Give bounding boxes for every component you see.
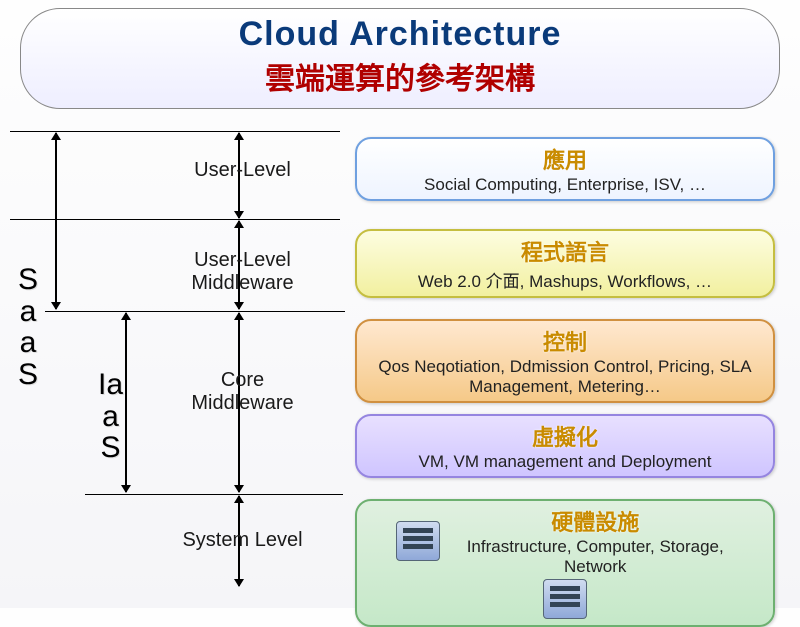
guide-line <box>85 494 343 495</box>
label-core-middleware: Core Middleware <box>155 369 330 415</box>
box-head: 應用 <box>363 143 767 175</box>
server-icon <box>543 579 587 619</box>
box-sub: Infrastructure, Computer, Storage, Netwo… <box>450 537 740 577</box>
box-head: 控制 <box>363 325 767 357</box>
box-virtualization: 虛擬化 VM, VM management and Deployment <box>355 414 775 478</box>
bracket-saas <box>55 133 57 309</box>
box-sub: VM, VM management and Deployment <box>363 452 767 472</box>
guide-line <box>10 219 340 220</box>
box-control: 控制 Qos Neqotiation, Ddmission Control, P… <box>355 319 775 403</box>
box-sub: Social Computing, Enterprise, ISV, … <box>363 175 767 195</box>
title-bar: Cloud Architecture 雲端運算的參考架構 <box>20 8 780 109</box>
title-en: Cloud Architecture <box>21 15 779 54</box>
label-system-level: System Level <box>155 529 330 552</box>
box-head: 硬體設施 <box>450 505 740 537</box>
bracket-iaas <box>125 313 127 492</box>
box-language: 程式語言 Web 2.0 介面, Mashups, Workflows, … <box>355 229 775 298</box>
server-icon <box>396 521 440 561</box>
label-user-level: User-Level <box>155 159 330 182</box>
box-head: 虛擬化 <box>363 420 767 452</box>
label-iaas: Ia a S <box>98 369 123 464</box>
guide-line <box>45 311 345 312</box>
title-zh: 雲端運算的參考架構 <box>21 54 779 98</box>
box-hardware: 硬體設施 Infrastructure, Computer, Storage, … <box>355 499 775 627</box>
label-saas: S a a S <box>18 264 38 390</box>
box-sub: Qos Neqotiation, Ddmission Control, Pric… <box>363 357 767 397</box>
box-application: 應用 Social Computing, Enterprise, ISV, … <box>355 137 775 201</box>
label-user-level-middleware: User-Level Middleware <box>155 249 330 295</box>
box-sub: Web 2.0 介面, Mashups, Workflows, … <box>363 267 767 292</box>
box-head: 程式語言 <box>363 235 767 267</box>
